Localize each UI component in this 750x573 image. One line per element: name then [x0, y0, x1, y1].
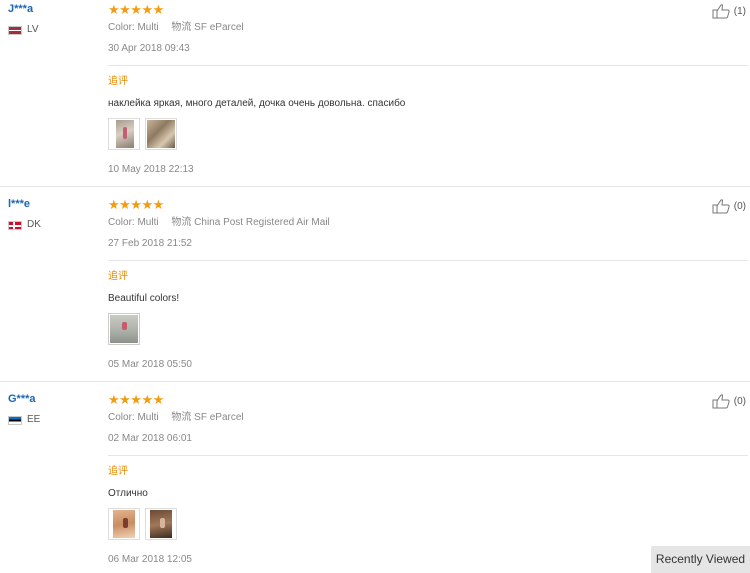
color-label: Color:: [108, 217, 135, 228]
rating-stars: ★★★★★: [108, 2, 164, 17]
review-item: J***a LV ★★★★★ Color: Multi 物流 SF eParce…: [0, 0, 750, 187]
helpful-button[interactable]: (0): [712, 393, 746, 409]
thumbs-up-icon: [712, 4, 730, 19]
review-images: [108, 313, 748, 347]
shipping-value: SF eParcel: [194, 22, 244, 33]
helpful-button[interactable]: (1): [712, 3, 746, 19]
rating-stars: ★★★★★: [108, 197, 164, 212]
thumbs-up-icon: [712, 199, 730, 214]
review-date: 27 Feb 2018 21:52: [108, 238, 192, 249]
review-list: J***a LV ★★★★★ Color: Multi 物流 SF eParce…: [0, 0, 750, 573]
helpful-count: (0): [733, 395, 746, 407]
denmark-flag-icon: [8, 220, 22, 230]
reviewer-name[interactable]: l***e: [8, 197, 98, 211]
reviewer-info: G***a EE: [8, 392, 98, 426]
order-info: Color: Multi 物流 SF eParcel: [108, 411, 748, 424]
color-value: Multi: [137, 412, 159, 423]
divider: [108, 260, 748, 261]
review-date: 30 Apr 2018 09:43: [108, 43, 190, 54]
color-value: Multi: [137, 22, 159, 33]
shipping-value: China Post Registered Air Mail: [194, 217, 330, 228]
follow-up-date: 10 May 2018 22:13: [108, 164, 194, 175]
review-images: [108, 508, 748, 542]
estonia-flag-icon: [8, 415, 22, 425]
follow-up-date: 05 Mar 2018 05:50: [108, 359, 192, 370]
reviewer-name[interactable]: G***a: [8, 392, 98, 406]
rating-stars: ★★★★★: [108, 392, 164, 407]
shipping-label: 物流: [171, 22, 192, 33]
review-photo-thumbnail[interactable]: [108, 118, 140, 150]
follow-up-label: 追评: [108, 271, 128, 282]
reviewer-info: l***e DK: [8, 197, 98, 231]
follow-up-text: Beautiful colors!: [108, 293, 180, 304]
thumbs-up-icon: [712, 394, 730, 409]
color-value: Multi: [137, 217, 159, 228]
color-label: Color:: [108, 22, 135, 33]
review-photo-thumbnail[interactable]: [145, 508, 177, 540]
divider: [108, 455, 748, 456]
review-content: ★★★★★ Color: Multi 物流 SF eParcel 30 Apr …: [108, 0, 748, 176]
reviewer-name[interactable]: J***a: [8, 2, 98, 16]
helpful-button[interactable]: (0): [712, 198, 746, 214]
review-photo-thumbnail[interactable]: [108, 508, 140, 540]
shipping-value: SF eParcel: [194, 412, 244, 423]
country-code: DK: [27, 219, 41, 230]
divider: [108, 65, 748, 66]
review-content: ★★★★★ Color: Multi 物流 China Post Registe…: [108, 195, 748, 371]
order-info: Color: Multi 物流 SF eParcel: [108, 21, 748, 34]
helpful-count: (1): [733, 5, 746, 17]
reviewer-country: DK: [8, 219, 98, 231]
color-label: Color:: [108, 412, 135, 423]
latvia-flag-icon: [8, 25, 22, 35]
country-code: EE: [27, 414, 41, 425]
review-photo-thumbnail[interactable]: [108, 313, 140, 345]
follow-up-text: наклейка яркая, много деталей, дочка оче…: [108, 98, 406, 109]
review-content: ★★★★★ Color: Multi 物流 SF eParcel 02 Mar …: [108, 390, 748, 566]
shipping-label: 物流: [171, 217, 192, 228]
reviewer-info: J***a LV: [8, 2, 98, 36]
review-item: l***e DK ★★★★★ Color: Multi 物流 China Pos…: [0, 195, 750, 382]
review-photo-thumbnail[interactable]: [145, 118, 177, 150]
reviewer-country: LV: [8, 24, 98, 36]
country-code: LV: [27, 24, 39, 35]
shipping-label: 物流: [171, 412, 192, 423]
reviewer-country: EE: [8, 414, 98, 426]
follow-up-label: 追评: [108, 76, 128, 87]
review-images: [108, 118, 748, 152]
review-item: G***a EE ★★★★★ Color: Multi 物流 SF eParce…: [0, 390, 750, 573]
recently-viewed-button[interactable]: Recently Viewed: [651, 546, 750, 573]
helpful-count: (0): [733, 200, 746, 212]
order-info: Color: Multi 物流 China Post Registered Ai…: [108, 216, 748, 229]
review-date: 02 Mar 2018 06:01: [108, 433, 192, 444]
follow-up-text: Отлично: [108, 488, 148, 499]
follow-up-label: 追评: [108, 466, 128, 477]
